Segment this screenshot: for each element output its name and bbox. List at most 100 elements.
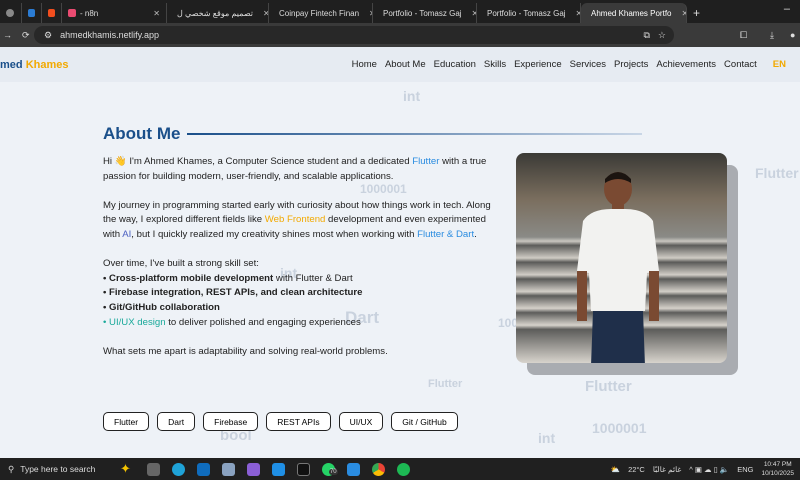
about-closing: What sets me apart is adaptability and s… (103, 345, 388, 357)
search-placeholder: Type here to search (20, 464, 96, 474)
logo-second: Khames (25, 58, 69, 71)
extensions-icon[interactable]: ⧠ (740, 30, 747, 41)
language-toggle[interactable]: EN (773, 59, 786, 70)
app-icon[interactable] (221, 462, 235, 476)
tab[interactable]: Portfolio - Tomasz Gaj ✕ (477, 3, 581, 23)
bg-word: Flutter (755, 165, 799, 181)
bg-word: 1000001 (592, 420, 647, 436)
spotify-icon[interactable] (396, 462, 410, 476)
browser-tab-bar: - n8n ✕ تصميم موقع شخصي ل ✕ Coinpay Fintec… (0, 0, 800, 23)
skill-tag[interactable]: REST APIs (266, 412, 331, 431)
bg-word: Flutter (585, 378, 632, 395)
site-header: med Khames Home About Me Education Skill… (0, 47, 800, 82)
edge-icon[interactable] (171, 462, 185, 476)
title-underline (187, 133, 642, 135)
tab[interactable] (42, 3, 62, 23)
tab-title: Portfolio - Tomasz Gaj (383, 8, 462, 18)
tab-title: - n8n (80, 8, 99, 18)
tab[interactable]: Portfolio - Tomasz Gaj ✕ (373, 3, 477, 23)
skill-tag[interactable]: UI/UX (338, 412, 384, 431)
site-info-icon[interactable]: ⚙ (44, 30, 52, 41)
about-text: Hi 👋 I'm Ahmed Khames, a Computer Scienc… (103, 155, 503, 374)
about-journey: My journey in programming started early … (103, 199, 503, 243)
profile-icon[interactable]: ● (790, 30, 795, 40)
main-nav: Home About Me Education Skills Experienc… (352, 59, 786, 70)
close-tab-icon[interactable]: ✕ (147, 9, 160, 18)
download-icon[interactable]: ⤓ (770, 30, 774, 41)
skill-tag[interactable]: Firebase (203, 412, 259, 431)
url-field[interactable]: ⚙ ahmedkhamis.netlify.app ⧉ ☆ (34, 26, 674, 44)
about-skills: Over time, I've built a strong skill set… (103, 257, 503, 330)
copilot-icon[interactable]: ✦ (120, 461, 131, 477)
reload-icon[interactable]: ⟳ (22, 30, 30, 41)
highlight-uiux: • UI/UX design (103, 316, 166, 328)
install-icon[interactable]: ⧉ (643, 30, 649, 41)
nav-achievements[interactable]: Achievements (656, 59, 716, 70)
time: 10:47 PM (763, 461, 792, 468)
skill-tag[interactable]: Flutter (103, 412, 150, 431)
close-tab-icon[interactable]: ✕ (466, 9, 476, 18)
nav-services[interactable]: Services (570, 59, 606, 70)
taskbar-search[interactable]: ⚲ Type here to search (0, 464, 120, 475)
tab[interactable]: تصميم موقع شخصي ل ✕ (167, 3, 269, 23)
skill-tag[interactable]: Dart (157, 412, 196, 431)
chrome-icon[interactable] (371, 462, 385, 476)
nav-education[interactable]: Education (434, 59, 476, 70)
whatsapp-icon[interactable]: 70 (321, 462, 338, 476)
text: Hi 👋 I'm Ahmed Khames, a Computer Scienc… (103, 156, 413, 167)
site-logo[interactable]: med Khames (0, 59, 68, 71)
nav-projects[interactable]: Projects (614, 59, 648, 70)
text: to deliver polished and engaging experie… (165, 316, 361, 328)
url-text: ahmedkhamis.netlify.app (60, 30, 159, 40)
address-bar-row: → ⟳ ⚙ ahmedkhamis.netlify.app ⧉ ☆ ⧠ ⤓ ● (0, 23, 800, 47)
minimize-button[interactable]: – (774, 3, 800, 23)
system-tray: ⛅ 22°C غائم غالبًا ^ ▣ ☁ ▯ 🔈 ENG 10:47 P… (611, 460, 794, 478)
nav-experience[interactable]: Experience (514, 59, 562, 70)
search-icon: ⚲ (8, 463, 15, 474)
nav-about[interactable]: About Me (385, 59, 426, 70)
text: Over time, I've built a strong skill set… (103, 258, 259, 270)
nav-contact[interactable]: Contact (724, 59, 757, 70)
tab[interactable] (0, 3, 22, 23)
skill-bold: • Firebase integration, REST APIs, and c… (103, 287, 363, 299)
bookmark-star-icon[interactable]: ☆ (658, 30, 666, 41)
skill-bold: • Cross-platform mobile development (103, 272, 274, 284)
capcut-icon[interactable] (296, 462, 310, 476)
store-icon[interactable] (271, 462, 285, 476)
language-indicator[interactable]: ENG (737, 465, 753, 474)
figma-icon (48, 9, 55, 17)
skill-tag[interactable]: Git / GitHub (391, 412, 458, 431)
tab-title: تصميم موقع شخصي ل (177, 8, 253, 18)
tab-active[interactable]: Ahmed Khames Portfo✕ (581, 3, 687, 23)
tray-icons[interactable]: ^ ▣ ☁ ▯ 🔈 (689, 465, 729, 474)
close-tab-icon[interactable]: ✕ (363, 9, 372, 18)
text: . (474, 228, 477, 240)
highlight-flutter-dart: Flutter & Dart (417, 228, 475, 240)
tab-title: Ahmed Khames Portfo (591, 8, 672, 18)
close-tab-icon[interactable]: ✕ (570, 9, 580, 18)
clock[interactable]: 10:47 PM 10/10/2025 (761, 460, 794, 478)
nav-skills[interactable]: Skills (484, 59, 506, 70)
close-tab-icon[interactable]: ✕ (675, 9, 686, 18)
tab[interactable]: - n8n ✕ (62, 3, 167, 23)
section-title: About Me (103, 124, 181, 143)
tab[interactable] (22, 3, 42, 23)
close-tab-icon[interactable]: ✕ (257, 9, 268, 18)
weather-icon[interactable]: ⛅ (611, 465, 620, 474)
visual-studio-icon[interactable] (246, 462, 260, 476)
highlight-ai: AI (122, 228, 132, 240)
task-view-icon[interactable] (146, 462, 160, 476)
date: 10/10/2025 (761, 470, 794, 477)
nav-home[interactable]: Home (352, 59, 377, 70)
weather-temp[interactable]: 22°C (628, 465, 645, 474)
vscode-icon[interactable] (346, 462, 360, 476)
text: with Flutter & Dart (273, 272, 353, 284)
tab[interactable]: Coinpay Fintech Finan✕ (269, 3, 373, 23)
taskbar: ⚲ Type here to search ✦ 70 ⛅ 22°C غائم غا… (0, 458, 800, 480)
outlook-icon[interactable] (196, 462, 210, 476)
new-tab-button[interactable]: + (687, 3, 706, 23)
weather-text[interactable]: غائم غالبًا (653, 465, 681, 474)
forward-icon[interactable]: → (3, 30, 12, 40)
highlight-web-frontend: Web Frontend (264, 214, 326, 226)
text: , but I quickly realized my creativity s… (131, 228, 418, 240)
